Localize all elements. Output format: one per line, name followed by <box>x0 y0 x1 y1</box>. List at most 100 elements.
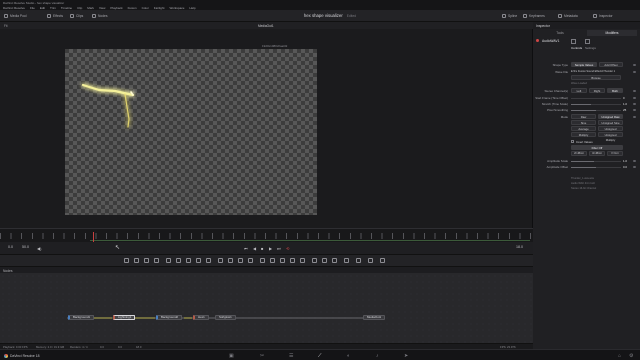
blur-tool-icon[interactable] <box>218 258 223 263</box>
stretch-value[interactable]: 1.0 <box>623 102 627 106</box>
channel-left-button[interactable]: Left <box>571 88 587 93</box>
mode-unsigned-average-button[interactable]: Unsigned Average <box>598 126 623 136</box>
media-page-icon[interactable]: ▣ <box>229 353 234 359</box>
planar-tracker-tool-icon[interactable] <box>356 258 361 263</box>
deliver-page-icon[interactable]: ➤ <box>404 353 408 359</box>
smoothing-value[interactable]: 25 <box>623 108 626 112</box>
mode-multiply-button[interactable]: Multiply <box>571 132 596 137</box>
current-time[interactable]: 18.0 <box>516 245 523 249</box>
mode-unsigned-raw-button[interactable]: Unsigned Raw <box>598 114 623 119</box>
keyframe-dot[interactable] <box>633 89 636 92</box>
mask-tool-icon[interactable] <box>166 258 171 263</box>
invert-checkbox[interactable] <box>571 140 574 143</box>
end-time[interactable]: 50.0 <box>22 245 29 249</box>
node-editor[interactable]: Background1 Lightning1 Background2 Hex1 … <box>0 273 533 343</box>
metadata-button[interactable]: Metadata <box>558 12 578 20</box>
keyframe-dot[interactable] <box>633 102 636 105</box>
node-background1[interactable]: Background1 <box>68 315 95 320</box>
menu-mark[interactable]: Mark <box>87 6 94 10</box>
home-icon[interactable]: ⌂ <box>618 353 621 359</box>
viewer-zoom[interactable]: Fit <box>4 24 8 28</box>
keyframe-dot[interactable] <box>633 108 636 111</box>
db-20-button[interactable]: 20 dB/oct <box>571 151 587 156</box>
db-40-button[interactable]: 40 dB/oct <box>589 151 605 156</box>
amp-scale-slider[interactable] <box>571 160 621 162</box>
sample-values-button[interactable]: Sample Values <box>571 62 597 67</box>
playhead[interactable] <box>93 232 94 242</box>
color-corrector-tool-icon[interactable] <box>228 258 233 263</box>
mode-unsigned-multiply-button[interactable]: Unsigned Multiply <box>598 132 623 142</box>
node-lightning1[interactable]: Lightning1 <box>113 315 136 320</box>
render3d-tool-icon[interactable] <box>322 258 327 263</box>
spline-button[interactable]: Spline <box>502 12 517 20</box>
keyframe-dot[interactable] <box>633 63 636 66</box>
menu-davinci[interactable]: DaVinci Resolve <box>3 6 25 10</box>
text-tool-icon[interactable] <box>144 258 149 263</box>
db-8x-button[interactable]: 8 X/oct <box>607 151 623 156</box>
crop-tool-icon[interactable] <box>206 258 211 263</box>
particle-emitter-tool-icon[interactable] <box>260 258 265 263</box>
node-background2[interactable]: Background2 <box>156 315 183 320</box>
paint-tool-icon[interactable] <box>134 258 139 263</box>
particle-render-tool-icon[interactable] <box>270 258 275 263</box>
curves-tool-icon[interactable] <box>248 258 253 263</box>
play-icon[interactable]: ▶ <box>269 246 272 251</box>
mode-unsigned-sine-button[interactable]: Unsigned Sine <box>598 120 623 125</box>
settings-gear-icon[interactable]: ⚙ <box>629 353 633 359</box>
fusion-page-icon[interactable]: ⟋ <box>318 353 322 359</box>
add-offset-button[interactable]: Add Offset <box>599 62 623 67</box>
polygon-tool-icon[interactable] <box>176 258 181 263</box>
stretch-slider[interactable] <box>571 103 621 105</box>
menu-help[interactable]: Help <box>189 6 195 10</box>
channel-right-button[interactable]: Right <box>589 88 605 93</box>
shape3d-tool-icon[interactable] <box>280 258 285 263</box>
keyframe-dot[interactable] <box>633 115 636 118</box>
amp-offset-value[interactable]: 0.0 <box>623 165 627 169</box>
menu-fusion[interactable]: Fusion <box>128 6 137 10</box>
cut-page-icon[interactable]: ✂ <box>260 353 264 359</box>
keyframe-dot[interactable] <box>633 165 636 168</box>
menu-playback[interactable]: Playback <box>110 6 122 10</box>
menu-timeline[interactable]: Timeline <box>61 6 72 10</box>
camera3d-tool-icon[interactable] <box>290 258 295 263</box>
filter-off-button[interactable]: Filter Off <box>571 145 623 150</box>
color-page-icon[interactable]: ◐ <box>347 353 350 359</box>
merge3d-tool-icon[interactable] <box>312 258 317 263</box>
smoothing-slider[interactable] <box>571 109 621 111</box>
tab-tools[interactable]: Tools <box>535 30 585 36</box>
bspline-tool-icon[interactable] <box>186 258 191 263</box>
keyer-tool-icon[interactable] <box>368 258 373 263</box>
nodes-button[interactable]: Nodes <box>92 12 108 20</box>
tab-modifiers[interactable]: Modifiers <box>587 30 637 36</box>
background-tool-icon[interactable] <box>124 258 129 263</box>
start-frame-value[interactable]: 0 <box>623 96 625 100</box>
menu-clip[interactable]: Clip <box>77 6 82 10</box>
fairlight-page-icon[interactable]: ♪ <box>376 353 379 359</box>
brightness-tool-icon[interactable] <box>238 258 243 263</box>
subtab-controls[interactable]: Controls <box>571 46 582 50</box>
text3d-tool-icon[interactable] <box>332 258 337 263</box>
merge-tool-icon[interactable] <box>154 258 159 263</box>
node-hex1[interactable]: Hex1 <box>193 315 209 320</box>
amp-scale-value[interactable]: 1.0 <box>623 159 627 163</box>
menu-fairlight[interactable]: Fairlight <box>154 6 165 10</box>
effects-button[interactable]: Effects <box>47 12 63 20</box>
time-ruler[interactable] <box>0 228 533 242</box>
go-to-start-icon[interactable]: ⏮ <box>244 246 248 251</box>
mode-average-button[interactable]: Average <box>571 126 596 131</box>
channel-both-button[interactable]: Both <box>607 88 623 93</box>
keyframe-dot[interactable] <box>633 159 636 162</box>
go-to-end-icon[interactable]: ⏭ <box>277 246 281 251</box>
mode-raw-button[interactable]: Raw <box>571 114 596 119</box>
step-back-icon[interactable]: ◀ <box>253 246 256 251</box>
mode-sine-button[interactable]: Sine <box>571 120 596 125</box>
menu-view[interactable]: View <box>99 6 105 10</box>
amp-offset-slider[interactable] <box>571 166 621 168</box>
audio-icon[interactable]: ◀) <box>37 246 41 251</box>
clips-button[interactable]: Clips <box>70 12 83 20</box>
light3d-tool-icon[interactable] <box>300 258 305 263</box>
node-softglow1[interactable]: Softglow1 <box>215 315 236 320</box>
browse-button[interactable]: Browse <box>571 75 621 80</box>
node-mediaout1[interactable]: MediaOut1 <box>363 315 386 320</box>
media-pool-button[interactable]: Media Pool <box>4 12 27 20</box>
